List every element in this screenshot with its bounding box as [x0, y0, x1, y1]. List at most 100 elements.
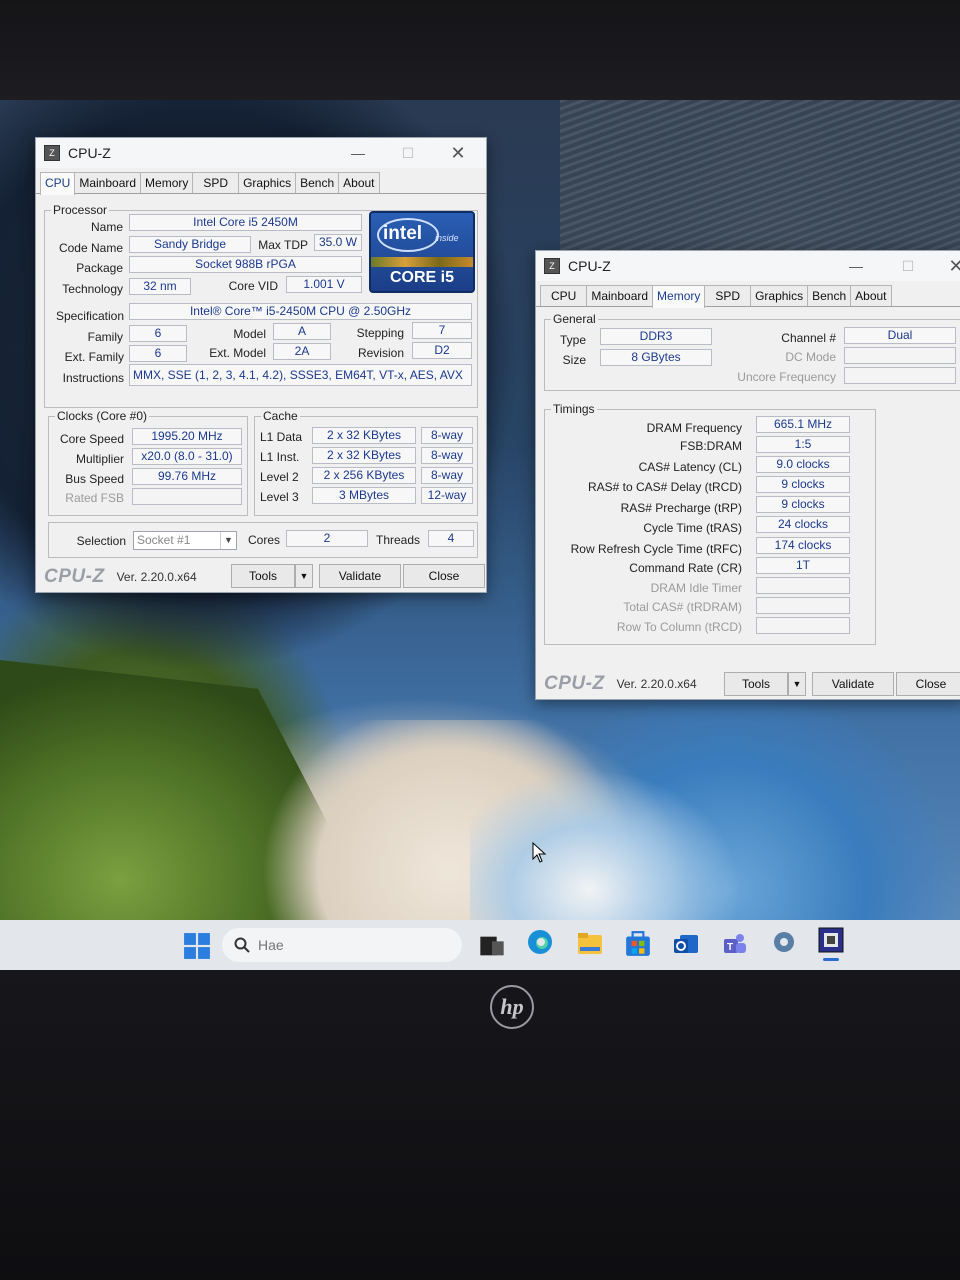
- maxtdp-label: Max TDP: [258, 238, 308, 252]
- processor-group-title: Processor: [51, 203, 110, 217]
- chevron-down-icon: ▼: [299, 571, 309, 581]
- cache-row-label: Level 2: [260, 470, 299, 484]
- extfamily-label: Ext. Family: [64, 350, 124, 364]
- cores-label: Cores: [248, 533, 281, 547]
- tab-cpu[interactable]: CPU: [40, 172, 76, 195]
- timings-group-title: Timings: [551, 402, 597, 416]
- tab-bench[interactable]: Bench: [807, 285, 852, 306]
- technology-value: 32 nm: [129, 278, 191, 295]
- tab-bench[interactable]: Bench: [295, 172, 340, 193]
- tab-graphics[interactable]: Graphics: [750, 285, 809, 306]
- technology-label: Technology: [62, 282, 123, 296]
- outlook-icon[interactable]: [672, 930, 700, 958]
- file-explorer-icon[interactable]: [576, 930, 604, 958]
- tools-button[interactable]: Tools: [724, 672, 788, 696]
- cpuz-window-memory: Z CPU-Z — ☐ ✕ CPU Mainboard Memory SPD G…: [535, 250, 960, 700]
- corevid-label: Core VID: [228, 279, 278, 293]
- timing-value: 24 clocks: [756, 516, 850, 533]
- cpuz-icon[interactable]: [817, 926, 845, 954]
- tab-cpu[interactable]: CPU: [540, 285, 588, 306]
- laptop-bezel-bottom: [0, 970, 960, 1280]
- search-placeholder: Hae: [258, 937, 284, 953]
- dcmode-label: DC Mode: [785, 350, 836, 364]
- timing-value: 1T: [756, 557, 850, 574]
- busspeed-label: Bus Speed: [65, 472, 124, 486]
- mouse-cursor-icon: [532, 842, 547, 863]
- minimize-button[interactable]: —: [836, 255, 876, 277]
- close-button[interactable]: Close: [403, 564, 485, 588]
- timing-label: FSB:DRAM: [679, 439, 742, 453]
- intel-logo-inside: inside: [435, 233, 459, 243]
- revision-value: D2: [412, 342, 472, 359]
- spec-value: Intel® Core™ i5-2450M CPU @ 2.50GHz: [129, 303, 472, 320]
- codename-label: Code Name: [58, 241, 123, 255]
- threads-value: 4: [428, 530, 474, 547]
- cache-row-label: Level 3: [260, 490, 299, 504]
- multiplier-value: x20.0 (8.0 - 31.0): [132, 448, 242, 465]
- timing-value: [756, 597, 850, 614]
- timing-value: 9.0 clocks: [756, 456, 850, 473]
- corespeed-label: Core Speed: [59, 432, 124, 446]
- store-icon[interactable]: [624, 930, 652, 958]
- extmodel-label: Ext. Model: [209, 346, 266, 360]
- size-value: 8 GBytes: [600, 349, 712, 366]
- socket-select-value: Socket #1: [137, 533, 191, 547]
- minimize-button[interactable]: —: [338, 142, 378, 164]
- tab-spd[interactable]: SPD: [704, 285, 752, 306]
- cpuz-app-icon: Z: [44, 145, 60, 161]
- tab-mainboard[interactable]: Mainboard: [74, 172, 142, 193]
- edge-icon[interactable]: [526, 928, 554, 956]
- timing-label: DRAM Frequency: [646, 421, 742, 435]
- close-window-button[interactable]: ✕: [438, 142, 478, 164]
- timing-label: Row To Column (tRCD): [616, 620, 742, 634]
- taskbar-search-box[interactable]: Hae: [222, 928, 462, 962]
- timing-value: 9 clocks: [756, 476, 850, 493]
- timing-label: Row Refresh Cycle Time (tRFC): [570, 542, 742, 556]
- corespeed-value: 1995.20 MHz: [132, 428, 242, 445]
- validate-button[interactable]: Validate: [319, 564, 401, 588]
- validate-button[interactable]: Validate: [812, 672, 894, 696]
- svg-text:T: T: [727, 942, 733, 953]
- windows-start-icon[interactable]: [183, 932, 211, 960]
- close-window-button[interactable]: ✕: [936, 255, 960, 277]
- instructions-value: MMX, SSE (1, 2, 3, 4.1, 4.2), SSSE3, EM6…: [129, 364, 472, 386]
- package-label: Package: [76, 261, 123, 275]
- threads-label: Threads: [376, 533, 421, 547]
- task-view-icon[interactable]: [478, 932, 506, 960]
- size-label: Size: [562, 353, 586, 367]
- intel-core-i5-logo: intel inside CORE i5: [369, 211, 475, 293]
- cpuz-brand: CPU-Z: [544, 673, 605, 694]
- timing-label: Command Rate (CR): [629, 561, 742, 575]
- close-button[interactable]: Close: [896, 672, 960, 696]
- version-label: Ver. 2.20.0.x64: [116, 570, 197, 584]
- tab-about[interactable]: About: [338, 172, 380, 193]
- socket-select[interactable]: Socket #1 ▼: [133, 531, 237, 550]
- tab-mainboard[interactable]: Mainboard: [586, 285, 654, 306]
- tools-dropdown-button[interactable]: ▼: [788, 672, 806, 696]
- revision-label: Revision: [357, 346, 404, 360]
- tab-memory[interactable]: Memory: [140, 172, 194, 193]
- timing-label: RAS# to CAS# Delay (tRCD): [587, 480, 742, 494]
- teams-icon[interactable]: T: [720, 930, 748, 958]
- maximize-button[interactable]: ☐: [388, 142, 428, 164]
- timing-label: Total CAS# (tRDRAM): [623, 600, 742, 614]
- cache-row-label: L1 Data: [260, 430, 303, 444]
- stepping-value: 7: [412, 322, 472, 339]
- uncore-value: [844, 367, 956, 384]
- maxtdp-value: 35.0 W: [314, 234, 362, 251]
- maximize-button[interactable]: ☐: [888, 255, 928, 277]
- tab-spd[interactable]: SPD: [192, 172, 240, 193]
- tab-memory[interactable]: Memory: [652, 285, 706, 308]
- tab-about[interactable]: About: [850, 285, 892, 306]
- tab-graphics[interactable]: Graphics: [238, 172, 297, 193]
- hp-logo: hp: [490, 985, 534, 1029]
- ratedfsb-value: [132, 488, 242, 505]
- settings-icon[interactable]: [770, 928, 798, 956]
- cache-row-size: 2 x 32 KBytes: [312, 447, 416, 464]
- model-label: Model: [233, 327, 266, 341]
- timing-label: DRAM Idle Timer: [650, 581, 742, 595]
- tools-dropdown-button[interactable]: ▼: [295, 564, 313, 588]
- tools-button[interactable]: Tools: [231, 564, 295, 588]
- active-app-indicator: [823, 958, 839, 961]
- cache-row-way: 8-way: [421, 447, 473, 464]
